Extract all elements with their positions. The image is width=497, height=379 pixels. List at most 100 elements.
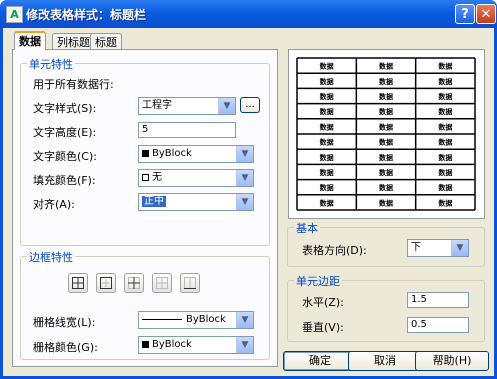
- preview-cell-text: 数据: [379, 77, 393, 86]
- tab-panel: 单元特性 用于所有数据行: 文字样式(S): 工程字 ▼ ... 文字高度(E)…: [12, 49, 278, 367]
- basic-title: 基本: [294, 220, 320, 236]
- inside-borders-icon: [128, 277, 140, 289]
- horizontal-margin-label: 水平(Z):: [302, 296, 344, 309]
- grid-color-value: ByBlock: [152, 339, 192, 350]
- cell-margins-group: 单元边距 水平(Z): 1.5 垂直(V): 0.5: [287, 273, 485, 342]
- fill-color-select[interactable]: 无 ▼: [138, 169, 254, 187]
- window-title: 修改表格样式：标题栏: [26, 8, 147, 22]
- direction-label: 表格方向(D):: [302, 244, 367, 257]
- chevron-down-icon[interactable]: ▼: [236, 146, 253, 162]
- preview-cell-text: 数据: [320, 107, 334, 116]
- cell-margins-title: 单元边距: [294, 273, 342, 289]
- text-style-value: 工程字: [142, 100, 172, 111]
- preview-cell-text: 数据: [438, 92, 452, 101]
- grid-color-select[interactable]: ByBlock ▼: [138, 336, 254, 354]
- chevron-down-icon[interactable]: ▼: [236, 337, 253, 353]
- preview-cell-text: 数据: [438, 62, 452, 71]
- preview-cell-text: 数据: [379, 62, 393, 71]
- text-style-select[interactable]: 工程字 ▼: [138, 97, 236, 115]
- chevron-down-icon[interactable]: ▼: [451, 240, 468, 256]
- text-color-select[interactable]: ByBlock ▼: [138, 145, 254, 163]
- chevron-down-icon[interactable]: ▼: [236, 170, 253, 186]
- text-style-label: 文字样式(S):: [33, 102, 97, 115]
- help-title-button[interactable]: ?: [455, 4, 475, 24]
- text-color-label: 文字颜色(C):: [33, 150, 97, 163]
- ok-button[interactable]: 确定: [283, 351, 357, 371]
- horizontal-margin-input[interactable]: 1.5: [407, 292, 469, 308]
- preview-cell-text: 数据: [438, 122, 452, 131]
- grid-lineweight-value: ByBlock: [186, 314, 226, 325]
- preview-cell-text: 数据: [320, 153, 334, 162]
- text-style-browse-button[interactable]: ...: [240, 97, 260, 113]
- cancel-button[interactable]: 取消: [348, 351, 422, 371]
- grid-lineweight-label: 栅格线宽(L):: [33, 316, 96, 329]
- alignment-select[interactable]: 正中 ▼: [138, 193, 254, 211]
- preview-cell-text: 数据: [320, 138, 334, 147]
- direction-value: 下: [411, 242, 421, 253]
- basic-group: 基本 表格方向(D): 下 ▼: [287, 220, 485, 267]
- outside-borders-button[interactable]: [96, 273, 116, 293]
- preview-cell-text: 数据: [379, 198, 393, 207]
- preview-cell-text: 数据: [320, 183, 334, 192]
- cell-properties-title: 单元特性: [27, 56, 75, 72]
- dialog-client: 数据 列标题 标题 单元特性 用于所有数据行: 文字样式(S): 工程字 ▼ .…: [3, 28, 494, 376]
- all-borders-button[interactable]: [68, 273, 88, 293]
- alignment-value: 正中: [142, 196, 166, 207]
- chevron-down-icon[interactable]: ▼: [236, 194, 253, 210]
- text-height-label: 文字高度(E):: [33, 126, 97, 139]
- preview-cell-text: 数据: [320, 122, 334, 131]
- vertical-margin-input[interactable]: 0.5: [407, 317, 469, 333]
- alignment-label: 对齐(A):: [33, 198, 75, 211]
- border-properties-group: 边框特性 栅格线宽(L): ByBlock ▼ 栅格颜色(G): ByBlock…: [20, 249, 270, 360]
- grid-color-label: 栅格颜色(G):: [33, 341, 98, 354]
- border-properties-title: 边框特性: [27, 249, 75, 265]
- tab-column-header[interactable]: 列标题: [52, 33, 95, 50]
- text-height-input[interactable]: 5: [138, 122, 236, 138]
- chevron-down-icon[interactable]: ▼: [218, 98, 235, 114]
- help-button[interactable]: 帮助(H): [415, 351, 489, 371]
- line-sample-icon: [142, 318, 182, 320]
- preview-cell-text: 数据: [438, 198, 452, 207]
- table-preview: 数据 数据 数据 数据 数据 数据 数据 数据 数据 数据 数据 数据 数据 数据 数据 数据 数据 数据 数据 数据…: [288, 49, 485, 219]
- tab-data[interactable]: 数据: [14, 31, 46, 50]
- vertical-margin-label: 垂直(V):: [302, 321, 344, 334]
- black-swatch-icon: [142, 149, 149, 157]
- bottom-border-button[interactable]: [180, 273, 200, 293]
- fill-color-value: 无: [152, 172, 162, 183]
- preview-cell-text: 数据: [379, 168, 393, 177]
- preview-cell-text: 数据: [320, 62, 334, 71]
- preview-cell-text: 数据: [320, 77, 334, 86]
- close-button[interactable]: ✕: [476, 4, 496, 24]
- grid-lineweight-select[interactable]: ByBlock ▼: [138, 311, 254, 329]
- preview-cell-text: 数据: [379, 107, 393, 116]
- inside-borders-button[interactable]: [124, 273, 144, 293]
- outside-borders-icon: [100, 277, 112, 289]
- preview-cell-text: 数据: [379, 92, 393, 101]
- chevron-down-icon[interactable]: ▼: [236, 312, 253, 328]
- preview-cell-text: 数据: [379, 153, 393, 162]
- no-borders-button[interactable]: [152, 273, 172, 293]
- black-swatch-icon: [142, 340, 149, 348]
- preview-cell-text: 数据: [438, 77, 452, 86]
- title-bar[interactable]: A 修改表格样式：标题栏 ? ✕: [0, 0, 497, 28]
- applies-to-label: 用于所有数据行:: [33, 78, 114, 91]
- empty-swatch-icon: [142, 173, 149, 181]
- preview-cell-text: 数据: [438, 138, 452, 147]
- direction-select[interactable]: 下 ▼: [407, 239, 469, 257]
- preview-cell-text: 数据: [320, 92, 334, 101]
- fill-color-label: 填充颜色(F):: [33, 174, 96, 187]
- text-color-value: ByBlock: [152, 148, 192, 159]
- preview-cell-text: 数据: [320, 198, 334, 207]
- tab-title[interactable]: 标题: [90, 33, 122, 50]
- bottom-border-icon: [184, 277, 196, 289]
- preview-cell-text: 数据: [379, 138, 393, 147]
- preview-cell-text: 数据: [379, 183, 393, 192]
- preview-cell-text: 数据: [379, 122, 393, 131]
- dialog-window: A 修改表格样式：标题栏 ? ✕ 数据 列标题 标题 单元特性 用于所有数据行:…: [0, 0, 497, 379]
- preview-cell-text: 数据: [438, 153, 452, 162]
- all-borders-icon: [72, 277, 84, 289]
- preview-cell-text: 数据: [438, 183, 452, 192]
- autocad-app-icon: A: [6, 6, 23, 23]
- preview-cell-text: 数据: [320, 168, 334, 177]
- preview-cell-text: 数据: [438, 107, 452, 116]
